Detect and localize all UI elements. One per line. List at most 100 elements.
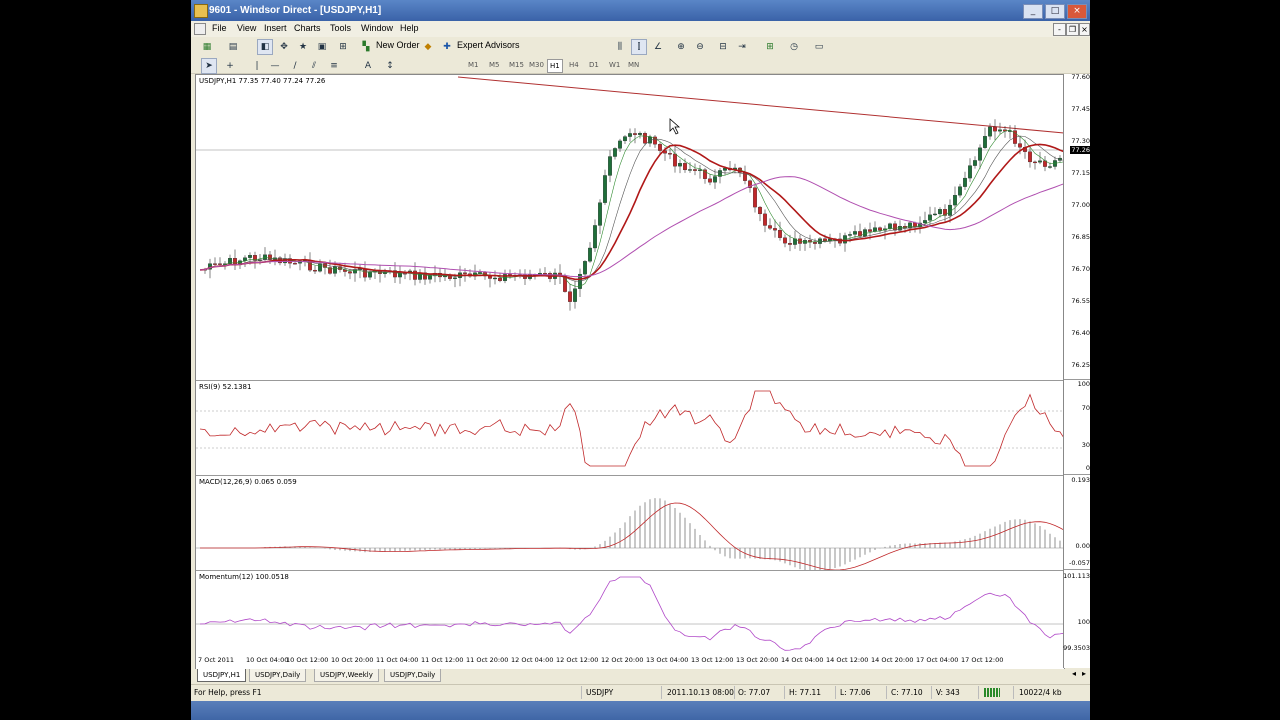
candle [853, 231, 857, 235]
tf-h1[interactable]: H1 [547, 59, 563, 73]
candle [978, 147, 982, 161]
price-panel[interactable]: USDJPY,H1 77.35 77.40 77.24 77.26 [196, 75, 1064, 381]
autoscroll-icon[interactable]: ⇥ [734, 39, 750, 55]
macd-chart[interactable] [196, 476, 1064, 570]
strategy-tester-icon[interactable]: ⊞ [335, 39, 351, 55]
menu-file[interactable]: File [212, 23, 227, 33]
candle [588, 247, 592, 262]
price-scale-main: 77.60 77.45 77.30 77.26 77.15 77.00 76.8… [1064, 73, 1090, 380]
tab-scroll-right-icon[interactable]: ▸ [1082, 669, 1086, 678]
momentum-scale: 101.113 100 99.3503 [1063, 570, 1090, 654]
tf-d1[interactable]: D1 [587, 59, 601, 71]
macd-panel[interactable]: MACD(12,26,9) 0.065 0.059 [196, 476, 1064, 571]
data-window-icon[interactable]: ✥ [276, 39, 292, 55]
new-order-icon[interactable]: ▚ [358, 39, 374, 55]
templates-icon[interactable]: ▭ [811, 39, 827, 55]
maximize-button[interactable]: □ [1045, 4, 1065, 19]
macd-tick: 0.193 [1071, 476, 1090, 484]
mdi-minimize-button[interactable]: - [1053, 23, 1066, 36]
candle [868, 229, 872, 232]
menu-insert[interactable]: Insert [264, 23, 287, 33]
text-tool-icon[interactable]: A [360, 58, 376, 74]
vertical-line-icon[interactable]: | [249, 58, 265, 74]
rsi-chart[interactable] [196, 381, 1064, 475]
tf-m5[interactable]: M5 [487, 59, 502, 71]
tf-m15[interactable]: M15 [507, 59, 526, 71]
momentum-chart[interactable] [196, 571, 1064, 655]
price-chart[interactable] [196, 75, 1064, 380]
candle [788, 243, 792, 245]
candle [753, 187, 757, 208]
connection-status-icon[interactable] [984, 688, 1000, 697]
chart-window-icon[interactable] [194, 23, 206, 35]
momentum-panel[interactable]: Momentum(12) 100.0518 [196, 571, 1064, 656]
mouse-cursor-icon [669, 118, 681, 135]
tab-usdjpy-daily-2[interactable]: USDJPY,Daily [384, 669, 442, 682]
close-button[interactable]: × [1067, 4, 1087, 19]
trendline-icon[interactable]: / [287, 58, 303, 74]
channel-icon[interactable]: ⫽ [306, 58, 322, 74]
tab-usdjpy-h1[interactable]: USDJPY,H1 [197, 669, 247, 682]
candlestick-icon[interactable]: ⫿ [631, 39, 647, 55]
cursor-icon[interactable]: ➤ [201, 58, 217, 74]
minimize-button[interactable]: _ [1023, 4, 1043, 19]
crosshair-icon[interactable]: + [222, 58, 238, 74]
tf-mn[interactable]: MN [626, 59, 641, 71]
candle [993, 126, 997, 132]
line-chart-icon[interactable]: ∠ [650, 39, 666, 55]
momentum-line [199, 576, 1064, 651]
new-chart-icon[interactable]: ▦ [199, 39, 215, 55]
tab-usdjpy-weekly[interactable]: USDJPY,Weekly [314, 669, 379, 682]
mdi-close-button[interactable]: × [1079, 23, 1090, 36]
zoom-out-icon[interactable]: ⊖ [692, 39, 708, 55]
zoom-in-icon[interactable]: ⊕ [673, 39, 689, 55]
candle [618, 140, 622, 149]
navigator-icon[interactable]: ★ [295, 39, 311, 55]
candle [888, 223, 892, 229]
rsi-panel[interactable]: RSI(9) 52.1381 [196, 381, 1064, 476]
menu-help[interactable]: Help [400, 23, 419, 33]
fibonacci-icon[interactable]: ≡ [326, 58, 342, 74]
menu-window[interactable]: Window [361, 23, 393, 33]
mdi-restore-button[interactable]: ❐ [1066, 23, 1079, 36]
tf-m30[interactable]: M30 [527, 59, 546, 71]
tf-h4[interactable]: H4 [567, 59, 581, 71]
candle [463, 272, 467, 274]
indicators-icon[interactable]: ⊞ [762, 39, 778, 55]
tf-w1[interactable]: W1 [607, 59, 622, 71]
price-tick: 76.70 [1071, 265, 1090, 273]
profiles-icon[interactable]: ▤ [225, 39, 241, 55]
bar-chart-icon[interactable]: ⫼ [612, 39, 628, 55]
menu-charts[interactable]: Charts [294, 23, 321, 33]
new-order-button[interactable]: New Order [376, 40, 420, 50]
tab-scroll-left-icon[interactable]: ◂ [1072, 669, 1076, 678]
menu-tools[interactable]: Tools [330, 23, 351, 33]
tab-usdjpy-daily[interactable]: USDJPY,Daily [249, 669, 307, 682]
menu-view[interactable]: View [237, 23, 256, 33]
expert-advisors-icon[interactable]: ✚ [439, 39, 455, 55]
time-label: 10 Oct 12:00 [286, 656, 329, 664]
status-separator [931, 686, 932, 699]
arrows-icon[interactable]: ↕ [382, 58, 398, 74]
candle [968, 165, 972, 179]
price-tick: 77.00 [1071, 201, 1090, 209]
title-bar[interactable]: 9601 - Windsor Direct - [USDJPY,H1] _ □ … [191, 0, 1090, 21]
candle [568, 291, 572, 302]
candle [948, 204, 952, 216]
status-separator [581, 686, 582, 699]
expert-advisors-button[interactable]: Expert Advisors [457, 40, 520, 50]
momentum-tick: 100 [1077, 618, 1090, 626]
terminal-icon[interactable]: ▣ [314, 39, 330, 55]
metaeditor-icon[interactable]: ◆ [420, 39, 436, 55]
time-label: 11 Oct 12:00 [421, 656, 464, 664]
tile-windows-icon[interactable]: ⊟ [715, 39, 731, 55]
chart-area[interactable]: USDJPY,H1 77.35 77.40 77.24 77.26 RSI(9)… [195, 74, 1065, 670]
horizontal-line-icon[interactable]: — [267, 58, 283, 74]
price-scale[interactable]: 77.60 77.45 77.30 77.26 77.15 77.00 76.8… [1063, 73, 1090, 668]
candle [668, 153, 672, 155]
price-tick: 76.40 [1071, 329, 1090, 337]
periods-icon[interactable]: ◷ [786, 39, 802, 55]
market-watch-icon[interactable]: ◧ [257, 39, 273, 55]
candle [878, 227, 882, 231]
tf-m1[interactable]: M1 [466, 59, 481, 71]
